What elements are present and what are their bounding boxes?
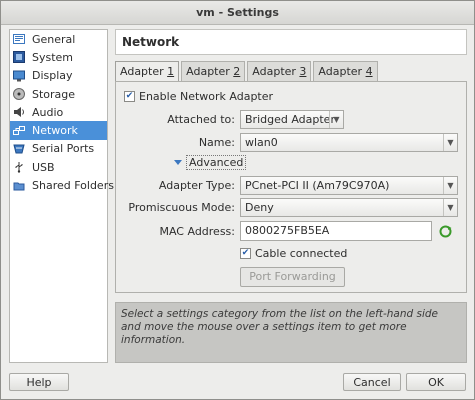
window-title: vm - Settings <box>1 1 474 25</box>
expander-arrow-icon <box>174 160 182 165</box>
tab-adapter-3[interactable]: Adapter 3 <box>247 61 312 81</box>
name-value: wlan0 <box>245 136 278 149</box>
sidebar-item-storage[interactable]: Storage <box>10 85 107 103</box>
cable-connected-label: Cable connected <box>255 247 348 260</box>
tab-adapter-4[interactable]: Adapter 4 <box>313 61 378 81</box>
promiscuous-mode-value: Deny <box>245 201 274 214</box>
adapter-type-label: Adapter Type: <box>158 179 235 192</box>
enable-adapter-row[interactable]: ✔ Enable Network Adapter <box>124 90 273 103</box>
refresh-mac-icon[interactable] <box>439 225 452 238</box>
promiscuous-mode-select[interactable]: Deny ▼ <box>240 198 458 217</box>
adapter-panel: ✔ Enable Network Adapter Attached to: Br… <box>115 81 467 293</box>
sidebar-item-label: Serial Ports <box>32 142 95 156</box>
attached-to-select[interactable]: Bridged Adapter ▼ <box>240 110 344 129</box>
sidebar-item-label: USB <box>32 160 55 174</box>
sidebar-item-label: Storage <box>32 87 76 101</box>
sidebar-item-network[interactable]: Network <box>10 121 107 140</box>
port-forwarding-button[interactable]: Port Forwarding <box>240 267 345 287</box>
mac-address-label: MAC Address: <box>159 224 235 238</box>
sidebar-item-usb[interactable]: USB <box>10 158 107 176</box>
cable-connected-row[interactable]: ✔ Cable connected <box>240 247 347 260</box>
info-description: Select a settings category from the list… <box>115 302 467 363</box>
sidebar-item-audio[interactable]: Audio <box>10 103 107 121</box>
chevron-down-icon: ▼ <box>443 177 457 194</box>
enable-adapter-label: Enable Network Adapter <box>139 90 274 103</box>
sidebar-item-shared-folders[interactable]: Shared Folders <box>10 176 114 194</box>
sidebar-item-system[interactable]: System <box>10 48 107 66</box>
advanced-label: Advanced <box>186 155 247 170</box>
enable-adapter-checkbox[interactable]: ✔ <box>124 91 135 102</box>
mac-address-input[interactable]: 0800275FB5EA <box>240 221 432 241</box>
attached-to-value: Bridged Adapter <box>245 113 335 126</box>
ok-button[interactable]: OK <box>406 373 466 391</box>
network-icon <box>13 125 25 137</box>
audio-icon <box>13 106 25 118</box>
usb-icon <box>13 161 25 173</box>
sidebar-item-general[interactable]: General <box>10 30 107 48</box>
sidebar-item-label: System <box>32 50 74 64</box>
chevron-down-icon: ▼ <box>329 111 343 128</box>
page-title: Network <box>115 29 467 55</box>
settings-window: vm - Settings General System Display Sto… <box>0 0 475 400</box>
cancel-button[interactable]: Cancel <box>343 373 401 391</box>
sidebar-item-serial-ports[interactable]: Serial Ports <box>10 140 107 158</box>
storage-icon <box>13 88 25 101</box>
adapter-type-value: PCnet-PCI II (Am79C970A) <box>245 179 390 192</box>
cable-connected-checkbox[interactable]: ✔ <box>240 248 251 259</box>
sidebar-item-label: Audio <box>32 105 64 119</box>
name-select[interactable]: wlan0 ▼ <box>240 133 458 152</box>
shared-folders-icon <box>13 180 25 192</box>
settings-sidebar: General System Display Storage Audio Net… <box>9 29 114 363</box>
promiscuous-mode-label: Promiscuous Mode: <box>128 201 235 214</box>
advanced-toggle[interactable]: Advanced <box>174 155 247 170</box>
system-icon <box>13 51 25 64</box>
adapter-type-select[interactable]: PCnet-PCI II (Am79C970A) ▼ <box>240 176 458 195</box>
adapter-tabs: Adapter 1 Adapter 2 Adapter 3 Adapter 4 <box>115 61 380 82</box>
sidebar-item-display[interactable]: Display <box>10 67 107 85</box>
sidebar-item-label: Display <box>32 69 73 83</box>
tab-adapter-1[interactable]: Adapter 1 <box>115 61 180 82</box>
help-button[interactable]: Help <box>9 373 69 391</box>
sidebar-item-label: Network <box>32 124 78 138</box>
attached-to-label: Attached to: <box>167 113 235 126</box>
sidebar-item-label: Shared Folders <box>32 179 114 193</box>
chevron-down-icon: ▼ <box>443 134 457 151</box>
display-icon <box>13 70 25 82</box>
sidebar-item-label: General <box>32 32 76 46</box>
chevron-down-icon: ▼ <box>443 199 457 216</box>
general-icon <box>13 33 25 45</box>
name-label: Name: <box>198 136 235 149</box>
serial-ports-icon <box>13 143 25 155</box>
tab-adapter-2[interactable]: Adapter 2 <box>181 61 246 81</box>
